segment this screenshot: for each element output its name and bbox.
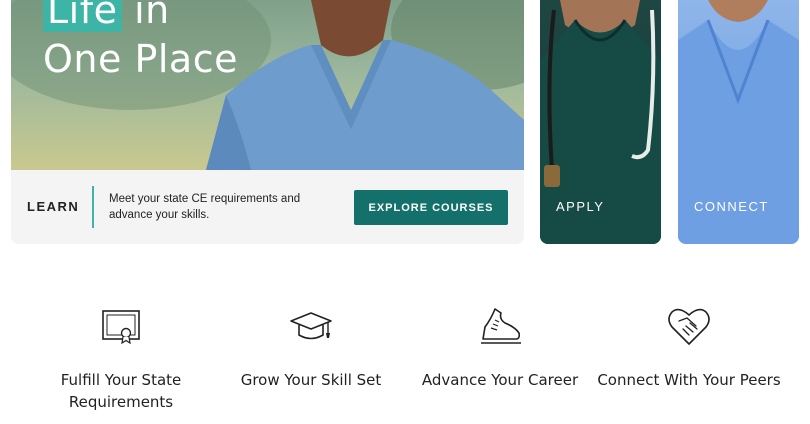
hero-title: Life in One Place	[43, 0, 238, 84]
feature-label: Grow Your Skill Set	[240, 371, 382, 389]
running-shoe-icon	[481, 308, 521, 344]
learn-description: Meet your state CE requirements and adva…	[109, 193, 301, 221]
connect-card[interactable]: CONNECT	[678, 0, 799, 244]
hero-photo-nurse: Life in One Place	[11, 0, 524, 170]
feature-label: Advance Your Career	[421, 371, 579, 389]
graduation-cap-icon	[290, 312, 332, 340]
feature-fulfill-requirements: Fulfill Your State Requirements	[26, 305, 216, 413]
learn-bar: LEARN Meet your state CE requirements an…	[11, 170, 524, 244]
hero-title-line2: One Place	[43, 37, 238, 81]
hero-title-highlight: Life	[43, 0, 122, 32]
heart-handshake-icon	[668, 308, 710, 345]
learn-divider	[92, 186, 94, 228]
feature-grow-skill-set: Grow Your Skill Set	[216, 305, 406, 391]
learn-label: LEARN	[27, 199, 80, 214]
hero-learn-panel: Life in One Place LEARN Meet your state …	[11, 0, 524, 244]
certificate-icon	[102, 310, 140, 345]
feature-label: Fulfill Your State Requirements	[60, 371, 182, 411]
feature-advance-career: Advance Your Career	[405, 305, 595, 391]
apply-card[interactable]: APPLY	[540, 0, 661, 244]
feature-connect-peers: Connect With Your Peers	[594, 305, 784, 391]
hero-title-rest: in	[134, 0, 170, 32]
feature-label: Connect With Your Peers	[597, 371, 781, 389]
explore-courses-button[interactable]: EXPLORE COURSES	[354, 190, 508, 225]
connect-label: CONNECT	[694, 199, 769, 214]
apply-label: APPLY	[556, 199, 605, 214]
